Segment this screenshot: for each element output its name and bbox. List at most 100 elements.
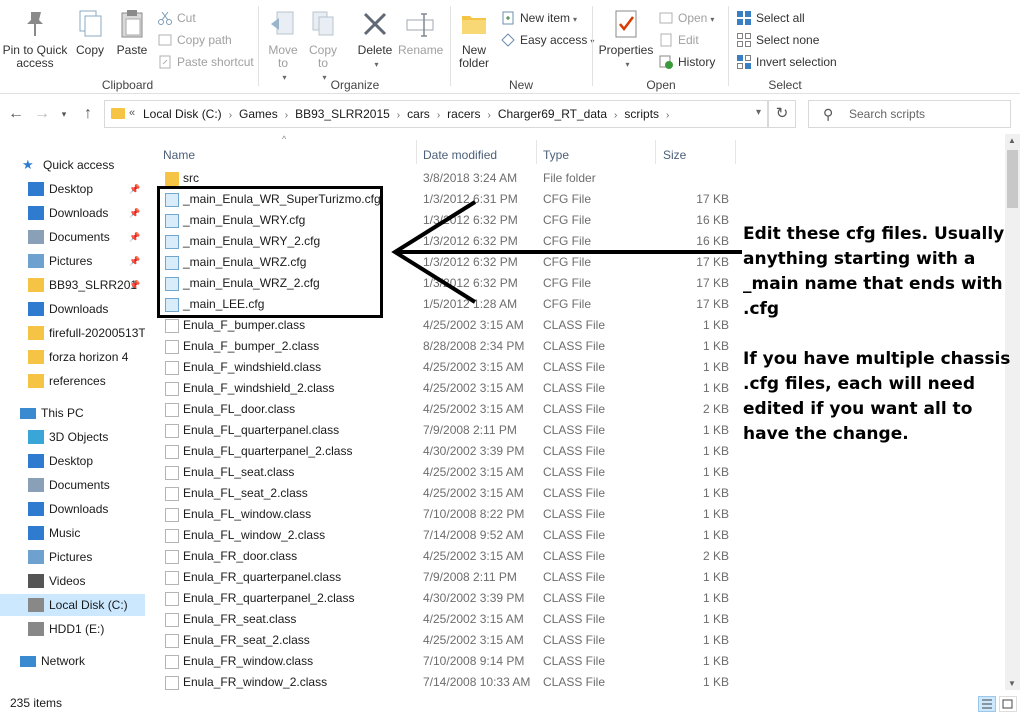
search-input[interactable]: ⚲ Search scripts xyxy=(808,100,1011,128)
nav-network[interactable]: Network xyxy=(0,650,145,672)
breadcrumb-chevron-icon[interactable]: › xyxy=(437,110,440,121)
details-view-button[interactable] xyxy=(978,696,996,712)
file-row[interactable]: Enula_F_windshield.class 4/25/2002 3:15 A… xyxy=(155,357,745,378)
file-row[interactable]: Enula_F_windshield_2.class 4/25/2002 3:15… xyxy=(155,378,745,399)
properties-button[interactable]: Properties ▾ xyxy=(598,8,654,71)
new-folder-button[interactable]: New folder xyxy=(456,8,492,70)
breadcrumb-chevron-icon[interactable]: › xyxy=(614,110,617,121)
breadcrumb-chevron-icon[interactable]: › xyxy=(397,110,400,121)
file-row[interactable]: Enula_FR_seat_2.class 4/25/2002 3:15 AM CL… xyxy=(155,630,745,651)
delete-button[interactable]: Delete ▾ xyxy=(355,8,395,71)
paste-shortcut-button[interactable]: Paste shortcut xyxy=(157,52,254,72)
nav-pc-item[interactable]: Music xyxy=(0,522,145,544)
nav-pc-item[interactable]: Desktop xyxy=(0,450,145,472)
rename-button[interactable]: Rename xyxy=(398,8,443,57)
breadcrumb-item[interactable]: Charger69_RT_data xyxy=(498,107,607,121)
scrollbar-thumb[interactable] xyxy=(1007,150,1018,208)
pin-icon: 📌 xyxy=(129,256,141,266)
file-row[interactable]: Enula_FL_door.class 4/25/2002 3:15 AM CLAS… xyxy=(155,399,745,420)
up-button[interactable]: ↑ xyxy=(78,104,98,124)
refresh-button[interactable]: ↻ xyxy=(768,100,796,128)
large-icons-view-button[interactable] xyxy=(999,696,1017,712)
nav-pc-item[interactable]: Documents xyxy=(0,474,145,496)
select-none-button[interactable]: Select none xyxy=(736,30,819,50)
column-divider[interactable] xyxy=(416,140,417,164)
address-bar[interactable]: « Local Disk (C:) › Games › BB93_SLRR2015 › ca… xyxy=(104,100,768,128)
scroll-down-icon[interactable]: ▼ xyxy=(1008,679,1016,688)
recent-locations-button[interactable]: ▾ xyxy=(54,104,74,124)
file-row[interactable]: Enula_F_bumper_2.class 8/28/2008 2:34 PM C… xyxy=(155,336,745,357)
new-item-caret-icon: ▾ xyxy=(573,15,578,24)
column-divider[interactable] xyxy=(655,140,656,164)
breadcrumb-chevron-icon[interactable]: › xyxy=(285,110,288,121)
breadcrumb-item[interactable]: racers xyxy=(447,107,480,121)
file-row[interactable]: Enula_FL_seat_2.class 4/25/2002 3:15 AM CL… xyxy=(155,483,745,504)
nav-pc-item[interactable]: Local Disk (C:) xyxy=(0,594,145,616)
forward-button[interactable]: → xyxy=(32,104,52,124)
nav-quick-item[interactable]: Downloads xyxy=(0,298,145,320)
file-row[interactable]: Enula_FR_quarterpanel_2.class 4/30/2002 3… xyxy=(155,588,745,609)
open-button[interactable]: Open ▾ xyxy=(658,8,714,28)
breadcrumb-item[interactable]: Local Disk (C:) xyxy=(143,107,222,121)
move-to-button[interactable]: Move to ▾ xyxy=(266,8,300,84)
file-row[interactable]: Enula_FL_quarterpanel_2.class 4/30/2002 3… xyxy=(155,441,745,462)
easy-access-button[interactable]: Easy access▾ xyxy=(500,30,594,50)
breadcrumb-item[interactable]: cars xyxy=(407,107,430,121)
new-group: New folder New item▾ Easy access▾ New xyxy=(452,0,594,94)
copy-path-button[interactable]: Copy path xyxy=(157,30,232,50)
file-row[interactable]: Enula_F_bumper.class 4/25/2002 3:15 AM CLA… xyxy=(155,315,745,336)
column-header-size[interactable]: Size xyxy=(663,140,686,170)
nav-quick-item[interactable]: firefull-20200513T xyxy=(0,322,145,344)
nav-pc-item[interactable]: Pictures xyxy=(0,546,145,568)
copy-button[interactable]: Copy xyxy=(72,8,108,57)
file-row[interactable]: Enula_FL_window_2.class 7/14/2008 9:52 AM… xyxy=(155,525,745,546)
column-header-type[interactable]: Type xyxy=(543,140,569,170)
nav-pc-item[interactable]: 3D Objects xyxy=(0,426,145,448)
scroll-up-icon[interactable]: ▲ xyxy=(1008,136,1016,145)
nav-quick-item[interactable]: forza horizon 4 xyxy=(0,346,145,368)
file-row[interactable]: Enula_FR_door.class 4/25/2002 3:15 AM CLAS… xyxy=(155,546,745,567)
open-label: Open xyxy=(678,11,708,25)
nav-quick-item[interactable]: Desktop 📌 xyxy=(0,178,145,200)
nav-this-pc[interactable]: This PC xyxy=(0,402,145,424)
column-header-name[interactable]: Name xyxy=(163,140,195,170)
nav-pc-item[interactable]: Downloads xyxy=(0,498,145,520)
file-row[interactable]: Enula_FL_quarterpanel.class 7/9/2008 2:11… xyxy=(155,420,745,441)
column-header-date[interactable]: Date modified xyxy=(423,140,497,170)
column-divider[interactable] xyxy=(735,140,736,164)
nav-pc-item[interactable]: Videos xyxy=(0,570,145,592)
copy-to-button[interactable]: Copy to ▾ xyxy=(306,8,340,84)
nav-quick-item[interactable]: Downloads 📌 xyxy=(0,202,145,224)
back-button[interactable]: ← xyxy=(6,104,26,124)
breadcrumb-item[interactable]: scripts xyxy=(624,107,659,121)
history-label: History xyxy=(678,55,716,69)
paste-button[interactable]: Paste xyxy=(112,8,152,57)
breadcrumb-item[interactable]: BB93_SLRR2015 xyxy=(295,107,390,121)
edit-button[interactable]: Edit xyxy=(658,30,699,50)
invert-selection-button[interactable]: Invert selection xyxy=(736,52,837,72)
select-all-button[interactable]: Select all xyxy=(736,8,805,28)
nav-quick-item[interactable]: Documents 📌 xyxy=(0,226,145,248)
breadcrumb-chevron-icon[interactable]: › xyxy=(666,110,669,121)
breadcrumb-chevron-icon[interactable]: › xyxy=(488,110,491,121)
nav-quick-item[interactable]: BB93_SLRR201 📌 xyxy=(0,274,145,296)
file-row[interactable]: Enula_FR_seat.class 4/25/2002 3:15 AM CLAS… xyxy=(155,609,745,630)
nav-quick-access[interactable]: ★ Quick access xyxy=(0,154,145,176)
nav-pc-item[interactable]: HDD1 (E:) xyxy=(0,618,145,640)
file-row[interactable]: Enula_FR_window_2.class 7/14/2008 10:33 A… xyxy=(155,672,745,693)
nav-quick-item[interactable]: Pictures 📌 xyxy=(0,250,145,272)
nav-label: Documents xyxy=(49,478,110,492)
file-row[interactable]: Enula_FR_window.class 7/10/2008 9:14 PM CL… xyxy=(155,651,745,672)
history-button[interactable]: History xyxy=(658,52,715,72)
nav-quick-item[interactable]: references xyxy=(0,370,145,392)
address-dropdown-icon[interactable]: ▾ xyxy=(756,107,761,118)
breadcrumb-chevron-icon[interactable]: › xyxy=(229,110,232,121)
column-divider[interactable] xyxy=(536,140,537,164)
pin-to-quick-access-button[interactable]: Pin to Quick access xyxy=(2,8,68,70)
file-row[interactable]: Enula_FL_window.class 7/10/2008 8:22 PM CL… xyxy=(155,504,745,525)
file-row[interactable]: Enula_FR_quarterpanel.class 7/9/2008 2:11… xyxy=(155,567,745,588)
file-row[interactable]: Enula_FL_seat.class 4/25/2002 3:15 AM CLAS… xyxy=(155,462,745,483)
breadcrumb-item[interactable]: Games xyxy=(239,107,278,121)
cut-button[interactable]: Cut xyxy=(157,8,196,28)
new-item-button[interactable]: New item ▾ xyxy=(500,8,577,28)
